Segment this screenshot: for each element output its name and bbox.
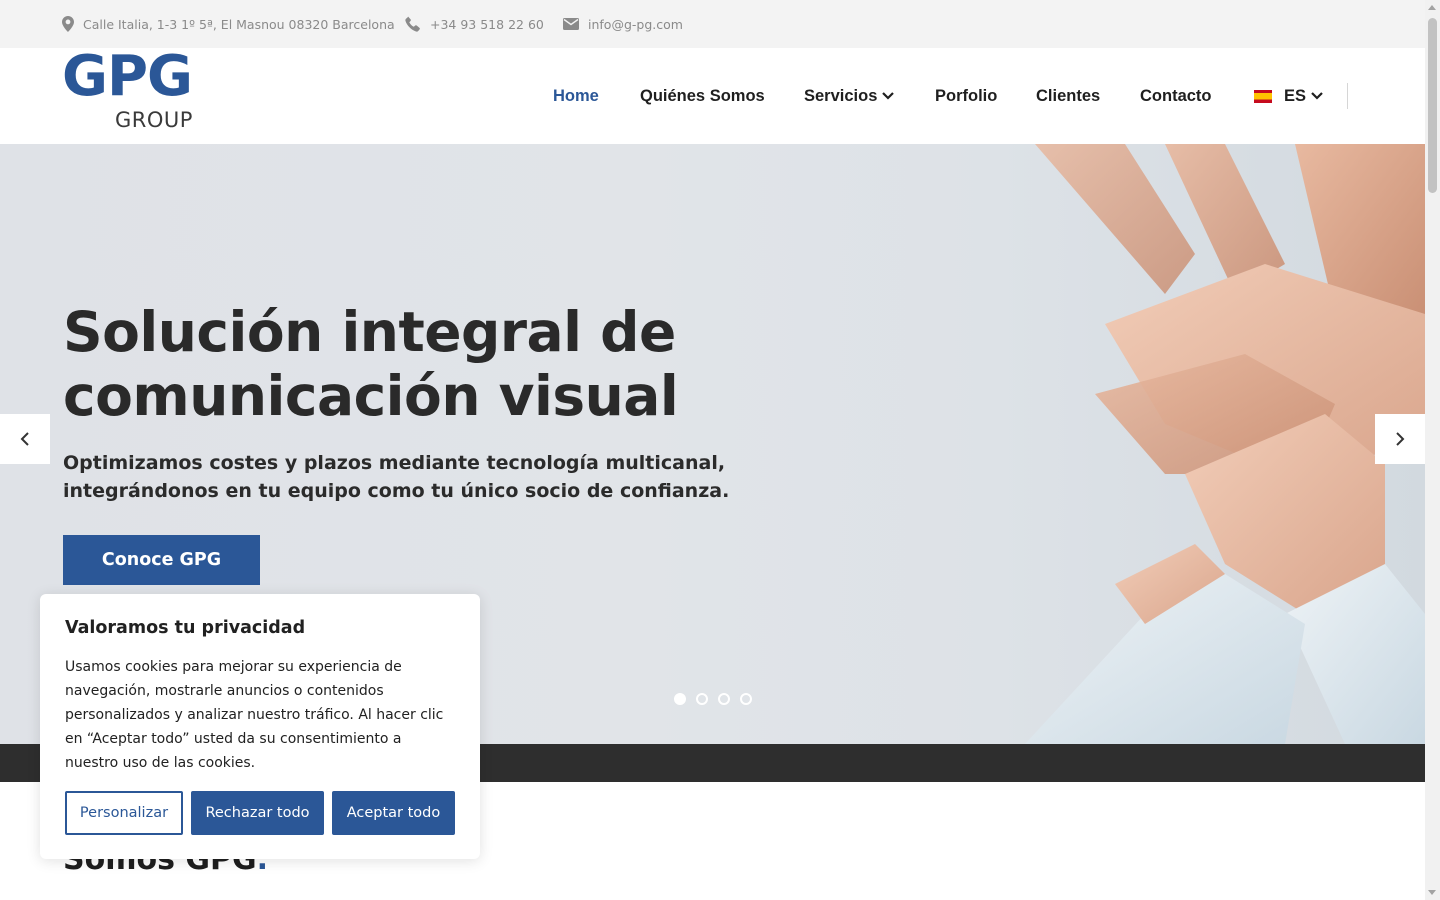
nav-services-label: Servicios <box>804 86 878 105</box>
phone-text[interactable]: +34 93 518 22 60 <box>430 17 544 32</box>
conoce-gpg-button[interactable]: Conoce GPG <box>63 535 260 585</box>
spain-flag-icon <box>1254 89 1272 103</box>
top-info-bar: Calle Italia, 1-3 1º 5ª, El Masnou 08320… <box>0 0 1425 48</box>
chevron-down-icon <box>882 92 895 100</box>
slider-dot-3[interactable] <box>718 693 730 705</box>
nav-clients[interactable]: Clientes <box>1036 48 1100 144</box>
map-pin-icon <box>62 16 74 32</box>
site-header: GPG GROUP Home Quiénes Somos Servicios P… <box>0 48 1425 144</box>
slider-next-button[interactable] <box>1375 414 1425 464</box>
address-item: Calle Italia, 1-3 1º 5ª, El Masnou 08320… <box>62 0 395 48</box>
hero-subtitle: Optimizamos costes y plazos mediante tec… <box>63 449 783 505</box>
customize-button[interactable]: Personalizar <box>65 791 183 835</box>
hero-title-line1: Solución integral de <box>63 300 676 364</box>
phone-icon <box>405 16 420 32</box>
slider-prev-button[interactable] <box>0 414 50 464</box>
page-scrollbar[interactable] <box>1425 0 1440 900</box>
nav-portfolio[interactable]: Porfolio <box>935 48 997 144</box>
email-text[interactable]: info@g-pg.com <box>588 17 683 32</box>
chevron-down-icon <box>1311 92 1323 100</box>
email-item[interactable]: info@g-pg.com <box>563 0 683 48</box>
slider-dot-2[interactable] <box>696 693 708 705</box>
chevron-left-icon <box>20 432 29 446</box>
chevron-right-icon <box>1396 432 1405 446</box>
hero-title-line2: comunicación visual <box>63 364 679 428</box>
reject-all-button[interactable]: Rechazar todo <box>191 791 324 835</box>
language-label: ES <box>1284 86 1307 105</box>
hero-hands-photo <box>1025 144 1425 744</box>
accept-all-button[interactable]: Aceptar todo <box>332 791 455 835</box>
cookie-text: Usamos cookies para mejorar su experienc… <box>65 659 444 771</box>
address-text: Calle Italia, 1-3 1º 5ª, El Masnou 08320… <box>83 16 395 32</box>
slider-dots <box>674 693 752 705</box>
hero-subtitle-line1: Optimizamos costes y plazos mediante tec… <box>63 452 726 474</box>
slider-dot-4[interactable] <box>740 693 752 705</box>
scroll-up-arrow-icon[interactable] <box>1428 5 1436 10</box>
language-selector[interactable]: ES <box>1254 48 1324 144</box>
hero-title: Solución integral de comunicación visual <box>63 300 863 428</box>
scroll-down-arrow-icon[interactable] <box>1428 890 1436 895</box>
cookie-consent-modal: Valoramos tu privacidad Usamos cookies p… <box>40 594 480 859</box>
nav-contact[interactable]: Contacto <box>1140 48 1212 144</box>
cookie-title: Valoramos tu privacidad <box>65 618 306 638</box>
scroll-thumb[interactable] <box>1428 18 1437 193</box>
slider-dot-1[interactable] <box>674 693 686 705</box>
nav-about[interactable]: Quiénes Somos <box>640 48 765 144</box>
nav-divider <box>1347 83 1348 109</box>
hero-subtitle-line2: integrándonos en tu equipo como tu único… <box>63 480 730 502</box>
phone-item[interactable]: +34 93 518 22 60 <box>405 0 544 48</box>
nav-home[interactable]: Home <box>553 48 599 144</box>
main-nav: Home Quiénes Somos Servicios Porfolio Cl… <box>0 48 1425 144</box>
nav-services[interactable]: Servicios <box>804 48 895 144</box>
envelope-icon <box>563 18 579 30</box>
